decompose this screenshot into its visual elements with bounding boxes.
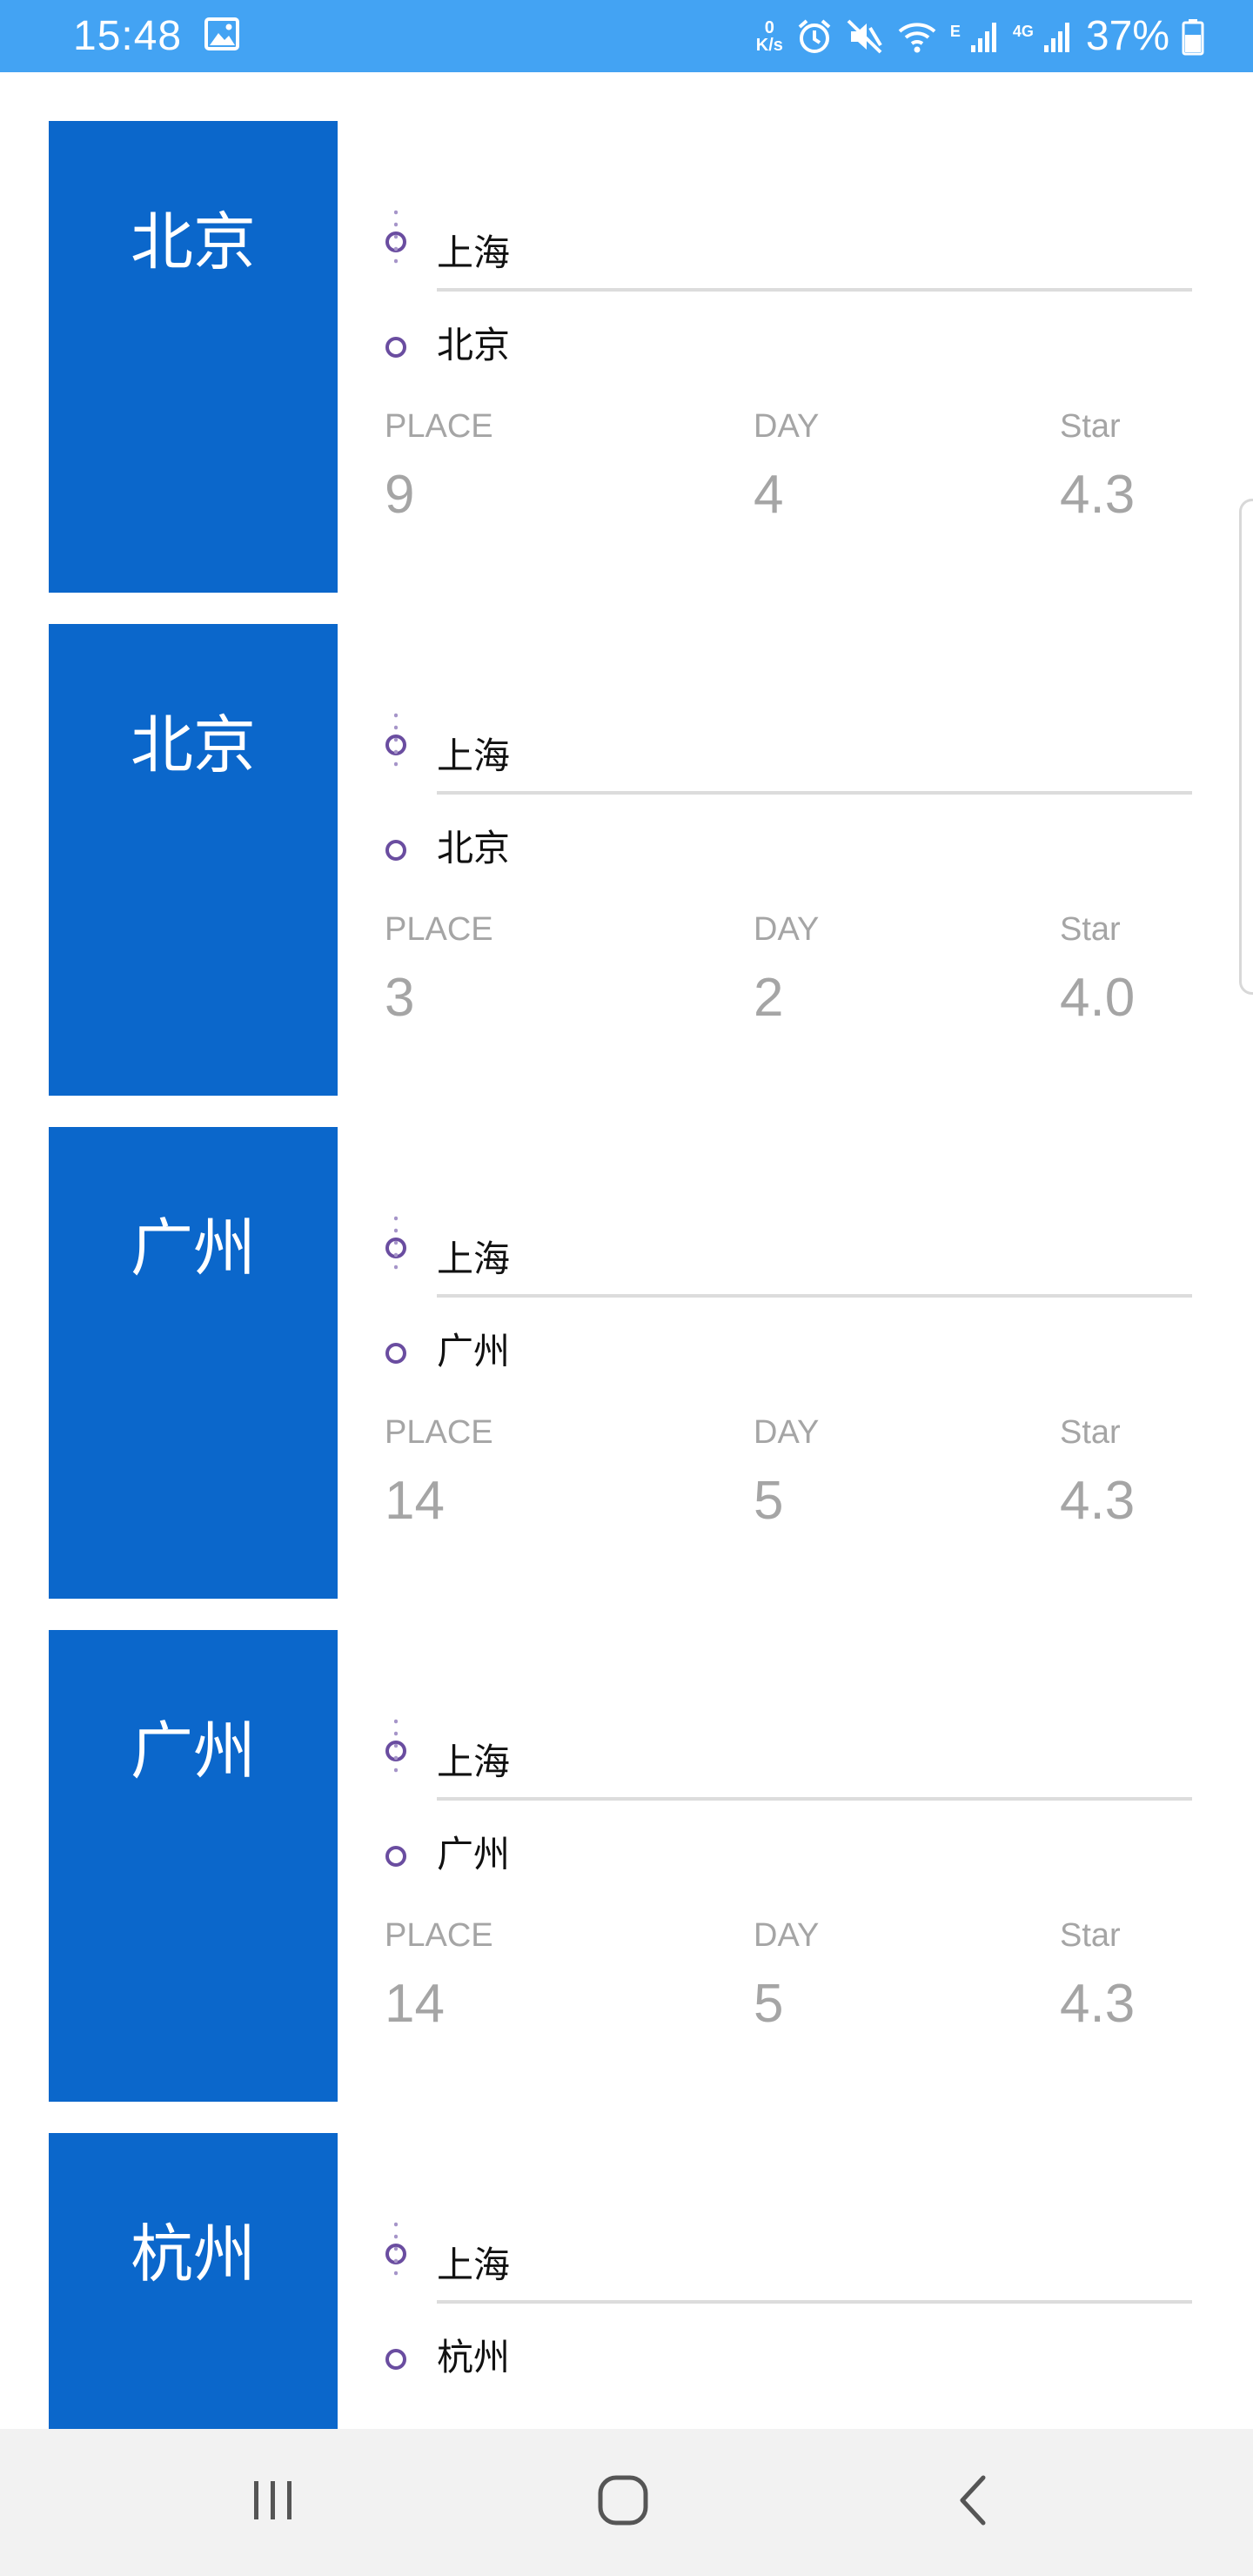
trip-card[interactable]: 广州 上海 广州 PLACE DAY Star 14 5 4.3 (49, 1127, 1206, 1599)
route-divider (437, 791, 1192, 795)
place-label: PLACE (385, 408, 493, 445)
mute-icon (846, 17, 884, 56)
card-city-block: 杭州 (49, 2133, 338, 2429)
card-city-block: 广州 (49, 1127, 338, 1599)
day-value: 5 (754, 1471, 784, 1531)
recents-icon (249, 2476, 298, 2529)
star-value: 4.0 (1060, 968, 1136, 1028)
route-destination: 杭州 (437, 2336, 511, 2378)
battery-percent: 37% (1085, 13, 1169, 59)
card-city-block: 北京 (49, 121, 338, 593)
star-value: 4.3 (1060, 1974, 1136, 2034)
signal-1-icon (969, 19, 1001, 54)
card-city-block: 广州 (49, 1630, 338, 2102)
place-value: 14 (385, 1974, 445, 2034)
route-destination-dot-icon (385, 2349, 406, 2370)
status-time: 15:48 (73, 13, 183, 59)
place-value: 3 (385, 968, 415, 1028)
route-dotted-connector (394, 206, 398, 271)
place-value: 9 (385, 465, 415, 525)
route-destination: 广州 (437, 1833, 511, 1875)
gallery-notification-icon (204, 17, 240, 55)
star-label: Star (1060, 1414, 1121, 1451)
route-divider (437, 2300, 1192, 2304)
star-label: Star (1060, 408, 1121, 445)
route-dotted-connector (394, 1715, 398, 1780)
netspeed-value: 0 (764, 17, 774, 37)
place-label: PLACE (385, 911, 493, 948)
signal-2-tag: 4G (1012, 23, 1034, 40)
day-value: 5 (754, 1974, 784, 2034)
route-dotted-connector (394, 2218, 398, 2283)
route-divider (437, 1797, 1192, 1801)
place-label: PLACE (385, 1917, 493, 1954)
place-label: PLACE (385, 1414, 493, 1451)
day-label: DAY (754, 1414, 820, 1451)
day-label: DAY (754, 408, 820, 445)
back-button[interactable] (886, 2429, 1060, 2576)
signal-1-tag: E (949, 23, 961, 40)
route-destination-dot-icon (385, 1343, 406, 1364)
route-origin: 上海 (437, 2244, 511, 2286)
trip-card[interactable]: 北京 上海 北京 PLACE DAY Star 3 2 4.0 (49, 624, 1206, 1096)
wifi-icon (896, 17, 938, 56)
day-label: DAY (754, 911, 820, 948)
route-origin: 上海 (437, 1238, 511, 1280)
route-destination-dot-icon (385, 840, 406, 861)
day-value: 4 (754, 465, 784, 525)
route-destination: 广州 (437, 1330, 511, 1372)
place-value: 14 (385, 1471, 445, 1531)
star-value: 4.3 (1060, 465, 1136, 525)
star-value: 4.3 (1060, 1471, 1136, 1531)
recents-button[interactable] (186, 2429, 360, 2576)
status-left: 15:48 (73, 12, 240, 60)
home-icon (595, 2472, 651, 2532)
alarm-icon (795, 17, 834, 56)
netspeed-unit: K/s (755, 35, 783, 55)
route-divider (437, 288, 1192, 292)
route-destination-dot-icon (385, 337, 406, 358)
trip-card[interactable]: 广州 上海 广州 PLACE DAY Star 14 5 4.3 (49, 1630, 1206, 2102)
star-label: Star (1060, 1917, 1121, 1954)
back-icon (954, 2472, 992, 2532)
status-right: 0 K/s E 4G 37% (732, 12, 1204, 60)
star-label: Star (1060, 911, 1121, 948)
trip-card[interactable]: 杭州 上海 杭州 (49, 2133, 1206, 2429)
battery-icon (1182, 17, 1204, 56)
home-button[interactable] (536, 2429, 710, 2576)
route-destination: 北京 (437, 827, 511, 869)
edge-panel-handle[interactable] (1239, 499, 1253, 995)
route-destination: 北京 (437, 324, 511, 366)
day-value: 2 (754, 968, 784, 1028)
route-dotted-connector (394, 1212, 398, 1277)
status-bar: 15:48 0 K/s E 4G 37% (0, 0, 1253, 72)
route-origin: 上海 (437, 735, 511, 777)
navigation-bar (0, 2429, 1253, 2576)
card-city-block: 北京 (49, 624, 338, 1096)
day-label: DAY (754, 1917, 820, 1954)
route-destination-dot-icon (385, 1846, 406, 1867)
network-speed: 0 K/s (744, 19, 783, 54)
trip-card[interactable]: 北京 上海 北京 PLACE DAY Star 9 4 4.3 (49, 121, 1206, 593)
route-dotted-connector (394, 709, 398, 774)
trip-list[interactable]: 北京 上海 北京 PLACE DAY Star 9 4 4.3 北京 上海 北京… (0, 72, 1253, 2429)
route-divider (437, 1294, 1192, 1298)
signal-2-icon (1042, 19, 1074, 54)
route-origin: 上海 (437, 1741, 511, 1783)
route-origin: 上海 (437, 231, 511, 274)
